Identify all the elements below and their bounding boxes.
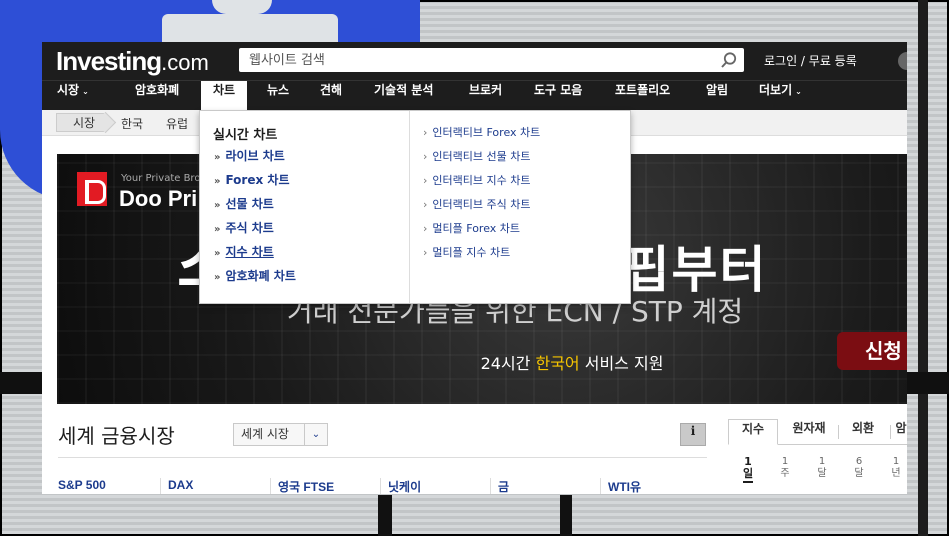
subnav-europe-link[interactable]: 유럽 [166,115,188,132]
period-1m[interactable]: 1달 [812,456,832,480]
subnav-korea-link[interactable]: 한국 [121,115,143,132]
menu-item-interactive-stock[interactable]: 인터랙티브 주식 차트 [423,196,540,220]
site-logo[interactable]: Investing.com [56,46,209,77]
main-nav: 시장 ⌄ 암호화폐 차트 뉴스 견해 기술적 분석 브로커 도구 모음 포트폴리오… [42,80,907,111]
menu-item-interactive-futures[interactable]: 인터랙티브 선물 차트 [423,148,540,172]
search-icon[interactable] [720,51,738,69]
ad-service-line: 24시간 한국어 서비스 지원 [480,354,664,373]
ad-tagline: Your Private Bro [121,173,201,184]
breadcrumb-markets[interactable]: 시장 [56,113,107,132]
nav-crypto[interactable]: 암호화폐 [135,81,179,111]
divider [600,478,601,494]
asset-class-tabs: 지수 원자재 외환 암 [728,419,907,445]
login-register-link[interactable]: 로그인 / 무료 등록 [764,52,857,69]
chevron-down-icon: ⌄ [82,87,89,96]
ad-apply-button[interactable]: 신청 [837,332,907,370]
nav-more[interactable]: 더보기 ⌄ [759,81,802,111]
market-select[interactable]: 세계 시장 ⌄ [233,423,328,446]
charts-dropdown-menu: 실시간 차트 라이브 차트 Forex 차트 선물 차트 주식 차트 지수 차트… [199,110,631,304]
user-avatar-icon[interactable] [898,52,907,70]
tab-indices[interactable]: 지수 [728,419,778,445]
menu-item-multiple-forex[interactable]: 멀티플 Forex 차트 [423,220,540,244]
index-tab-ftse[interactable]: 영국 FTSE [278,478,334,494]
info-button[interactable]: i [680,423,706,446]
index-tab-dax[interactable]: DAX [168,478,193,492]
menu-item-index-chart[interactable]: 지수 차트 [214,243,296,267]
period-1y[interactable]: 1년 [886,456,906,480]
section-divider [58,457,707,458]
dropdown-primary-column: 실시간 차트 라이브 차트 Forex 차트 선물 차트 주식 차트 지수 차트… [200,111,410,303]
divider [890,425,891,439]
chevron-down-icon: ⌄ [304,424,327,445]
nav-technical-analysis[interactable]: 기술적 분석 [374,81,433,111]
section-title: 세계 금융시장 [58,424,175,448]
divider [270,478,271,494]
menu-item-multiple-index[interactable]: 멀티플 지수 차트 [423,244,540,268]
index-tabs-row: S&P 500 DAX 영국 FTSE 닛케이 금 WTI유 [58,478,707,494]
nav-portfolio[interactable]: 포트폴리오 [615,81,670,111]
menu-item-forex-chart[interactable]: Forex 차트 [214,171,296,195]
index-tab-nikkei[interactable]: 닛케이 [388,478,421,494]
background-bar [918,0,928,536]
nav-charts[interactable]: 차트 [201,81,248,111]
period-6m[interactable]: 6달 [849,456,869,480]
index-tab-wti[interactable]: WTI유 [608,478,641,494]
nav-opinion[interactable]: 견해 [320,81,342,111]
divider [160,478,161,494]
dropdown-secondary-column: 인터랙티브 Forex 차트 인터랙티브 선물 차트 인터랙티브 지수 차트 인… [423,124,540,268]
period-selector: 1일 1주 1달 6달 1년 [728,456,907,486]
divider [380,478,381,494]
nav-news[interactable]: 뉴스 [267,81,289,111]
divider [490,478,491,494]
tab-commodities[interactable]: 원자재 [784,419,834,445]
menu-item-interactive-forex[interactable]: 인터랙티브 Forex 차트 [423,124,540,148]
nav-tools[interactable]: 도구 모음 [534,81,582,111]
dropdown-title: 실시간 차트 [213,128,278,143]
tab-forex[interactable]: 외환 [842,419,884,445]
menu-item-futures-chart[interactable]: 선물 차트 [214,195,296,219]
nav-alerts[interactable]: 알림 [706,81,728,111]
background-bar [560,495,572,536]
index-tab-gold[interactable]: 금 [498,478,509,494]
top-header: Investing.com 로그인 / 무료 등록 [42,42,907,80]
ad-brand: Doo Pri [119,186,198,211]
broker-logo-icon [77,172,107,206]
search-box [239,48,744,72]
nav-markets[interactable]: 시장 ⌄ [57,81,89,111]
divider [838,425,839,439]
menu-item-interactive-index[interactable]: 인터랙티브 지수 차트 [423,172,540,196]
nav-brokers[interactable]: 브로커 [469,81,502,111]
menu-item-live-chart[interactable]: 라이브 차트 [214,147,296,171]
period-1w[interactable]: 1주 [775,456,795,480]
browser-page: Investing.com 로그인 / 무료 등록 시장⌄ 암호화폐 차트 뉴스… [42,42,907,494]
index-tab-sp500[interactable]: S&P 500 [58,478,106,492]
tab-crypto[interactable]: 암 [894,419,907,445]
search-input[interactable] [239,48,709,72]
chevron-down-icon: ⌄ [795,87,802,96]
menu-item-stock-chart[interactable]: 주식 차트 [214,219,296,243]
period-1d[interactable]: 1일 [738,456,758,483]
menu-item-crypto-chart[interactable]: 암호화폐 차트 [214,267,295,291]
background-bar [378,495,392,536]
